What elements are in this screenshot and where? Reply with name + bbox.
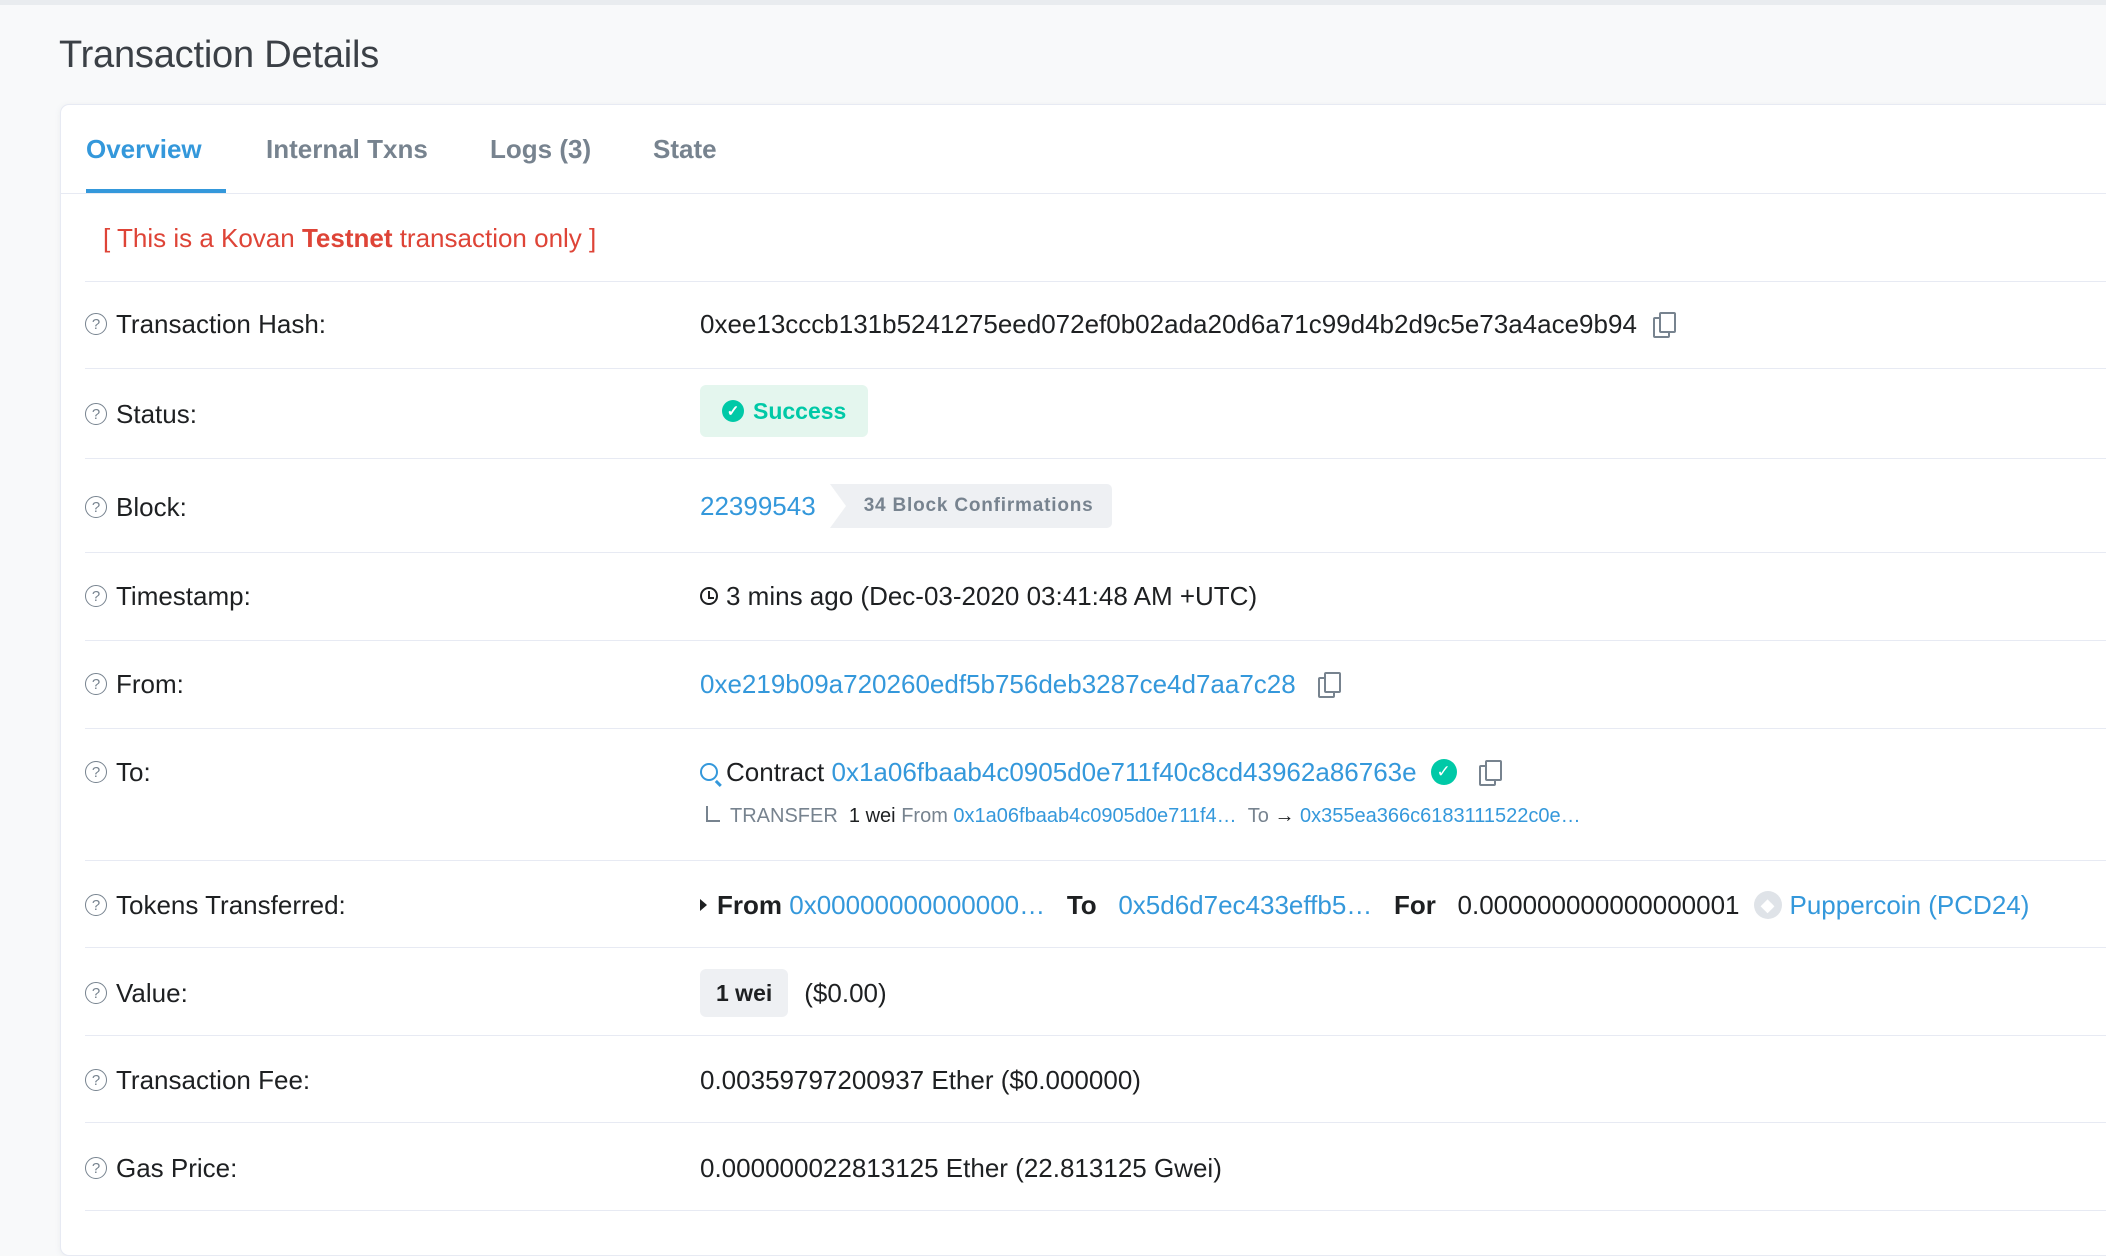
status-badge: ✓ Success xyxy=(700,385,869,437)
token-from-label: From xyxy=(717,889,782,920)
clock-icon xyxy=(700,587,718,605)
token-to-link[interactable]: 0x5d6d7ec433effb5… xyxy=(1118,890,1372,921)
tab-internal-txns[interactable]: Internal Txns xyxy=(266,105,428,193)
tab-logs[interactable]: Logs (3) xyxy=(490,105,591,193)
caret-right-icon[interactable] xyxy=(700,899,707,911)
divider xyxy=(85,281,2106,282)
fee-label: ? Transaction Fee: xyxy=(85,1064,310,1096)
help-icon[interactable]: ? xyxy=(85,403,107,425)
help-icon[interactable]: ? xyxy=(85,585,107,607)
from-value: 0xe219b09a720260edf5b756deb3287ce4d7aa7c… xyxy=(700,668,1341,700)
divider xyxy=(85,728,2106,729)
status-value: ✓ Success xyxy=(700,385,869,437)
transfer-from-link[interactable]: 0x1a06fbaab4c0905d0e711f4… xyxy=(953,805,1236,828)
value-usd: ($0.00) xyxy=(804,977,887,1008)
help-icon[interactable]: ? xyxy=(85,313,107,335)
block-label: ? Block: xyxy=(85,491,187,523)
confirmations-badge: 34 Block Confirmations xyxy=(829,484,1112,528)
transfer-type: TRANSFER xyxy=(730,805,838,827)
value-value: 1 wei ($0.00) xyxy=(700,969,887,1017)
token-from-link[interactable]: 0x00000000000000… xyxy=(789,890,1045,921)
divider xyxy=(85,947,2106,948)
block-number-link[interactable]: 22399543 xyxy=(700,491,816,522)
from-label: ? From: xyxy=(85,668,184,700)
copy-icon[interactable] xyxy=(1478,760,1502,786)
page-title: Transaction Details xyxy=(59,34,380,76)
divider xyxy=(85,1035,2106,1036)
magnify-icon[interactable] xyxy=(700,763,718,781)
gas-label: ? Gas Price: xyxy=(85,1152,237,1184)
verified-check-icon: ✓ xyxy=(1430,759,1457,785)
from-address-link[interactable]: 0xe219b09a720260edf5b756deb3287ce4d7aa7c… xyxy=(700,669,1296,700)
value-label: ? Value: xyxy=(85,977,188,1009)
notice-bold: Testnet xyxy=(301,223,393,253)
help-icon[interactable]: ? xyxy=(85,496,107,518)
tokens-value: From 0x00000000000000… To 0x5d6d7ec433ef… xyxy=(700,889,2029,921)
to-label: ? To: xyxy=(85,756,151,788)
block-value: 22399543 34 Block Confirmations xyxy=(700,484,1112,528)
token-amount: 0.000000000000000001 xyxy=(1457,889,1740,920)
help-icon[interactable]: ? xyxy=(85,1157,107,1179)
divider xyxy=(85,860,2106,861)
help-icon[interactable]: ? xyxy=(85,894,107,916)
tab-state[interactable]: State xyxy=(653,105,717,193)
token-logo-icon: ◆ xyxy=(1753,891,1782,919)
fee-value: 0.00359797200937 Ether ($0.000000) xyxy=(700,1064,1141,1095)
status-label: ? Status: xyxy=(85,398,197,430)
divider xyxy=(85,552,2106,553)
hash-value: 0xee13cccb131b5241275eed072ef0b02ada20d6… xyxy=(700,308,1676,340)
transfer-amount: 1 wei xyxy=(848,805,896,827)
elbow-connector-icon xyxy=(706,805,720,822)
value-amount-badge: 1 wei xyxy=(700,969,789,1017)
divider xyxy=(85,1210,2106,1211)
divider xyxy=(85,640,2106,641)
hash-label: ? Transaction Hash: xyxy=(85,308,326,340)
token-to-label: To xyxy=(1066,889,1097,920)
testnet-notice: [ This is a Kovan Testnet transaction on… xyxy=(103,223,596,254)
help-icon[interactable]: ? xyxy=(85,761,107,783)
transfer-from-label: From xyxy=(901,805,948,827)
help-icon[interactable]: ? xyxy=(85,1069,107,1091)
transfer-to-label: To xyxy=(1247,805,1269,827)
divider xyxy=(85,368,2106,369)
notice-suffix: transaction only ] xyxy=(392,223,597,253)
notice-prefix: [ This is a Kovan xyxy=(103,223,302,253)
help-icon[interactable]: ? xyxy=(85,982,107,1004)
contract-address-link[interactable]: 0x1a06fbaab4c0905d0e711f40c8cd43962a8676… xyxy=(832,757,1417,788)
token-for-label: For xyxy=(1393,889,1436,920)
timestamp-value: 3 mins ago (Dec-03-2020 03:41:48 AM +UTC… xyxy=(700,580,1257,612)
timestamp-label: ? Timestamp: xyxy=(85,580,251,612)
internal-transfer-line: TRANSFER 1 wei From 0x1a06fbaab4c0905d0e… xyxy=(700,805,1581,828)
token-name-link[interactable]: Puppercoin (PCD24) xyxy=(1790,890,2030,921)
divider xyxy=(85,1122,2106,1123)
to-value: Contract 0x1a06fbaab4c0905d0e711f40c8cd4… xyxy=(700,756,1502,788)
tokens-label: ? Tokens Transferred: xyxy=(85,889,346,921)
arrow-right-icon: → xyxy=(1274,805,1295,827)
transaction-hash: 0xee13cccb131b5241275eed072ef0b02ada20d6… xyxy=(700,308,1637,339)
top-strip xyxy=(0,0,2106,5)
copy-icon[interactable] xyxy=(1652,312,1676,338)
tab-bar: Overview Internal Txns Logs (3) State xyxy=(61,105,2106,194)
transfer-to-link[interactable]: 0x355ea366c6183111522c0e… xyxy=(1300,805,1581,828)
check-circle-icon: ✓ xyxy=(722,400,744,422)
divider xyxy=(85,458,2106,459)
transaction-card: Overview Internal Txns Logs (3) State [ … xyxy=(60,104,2106,1256)
help-icon[interactable]: ? xyxy=(85,673,107,695)
gas-value: 0.000000022813125 Ether (22.813125 Gwei) xyxy=(700,1152,1222,1183)
copy-icon[interactable] xyxy=(1317,672,1341,698)
tab-overview[interactable]: Overview xyxy=(86,105,226,193)
contract-prefix: Contract xyxy=(726,756,825,787)
